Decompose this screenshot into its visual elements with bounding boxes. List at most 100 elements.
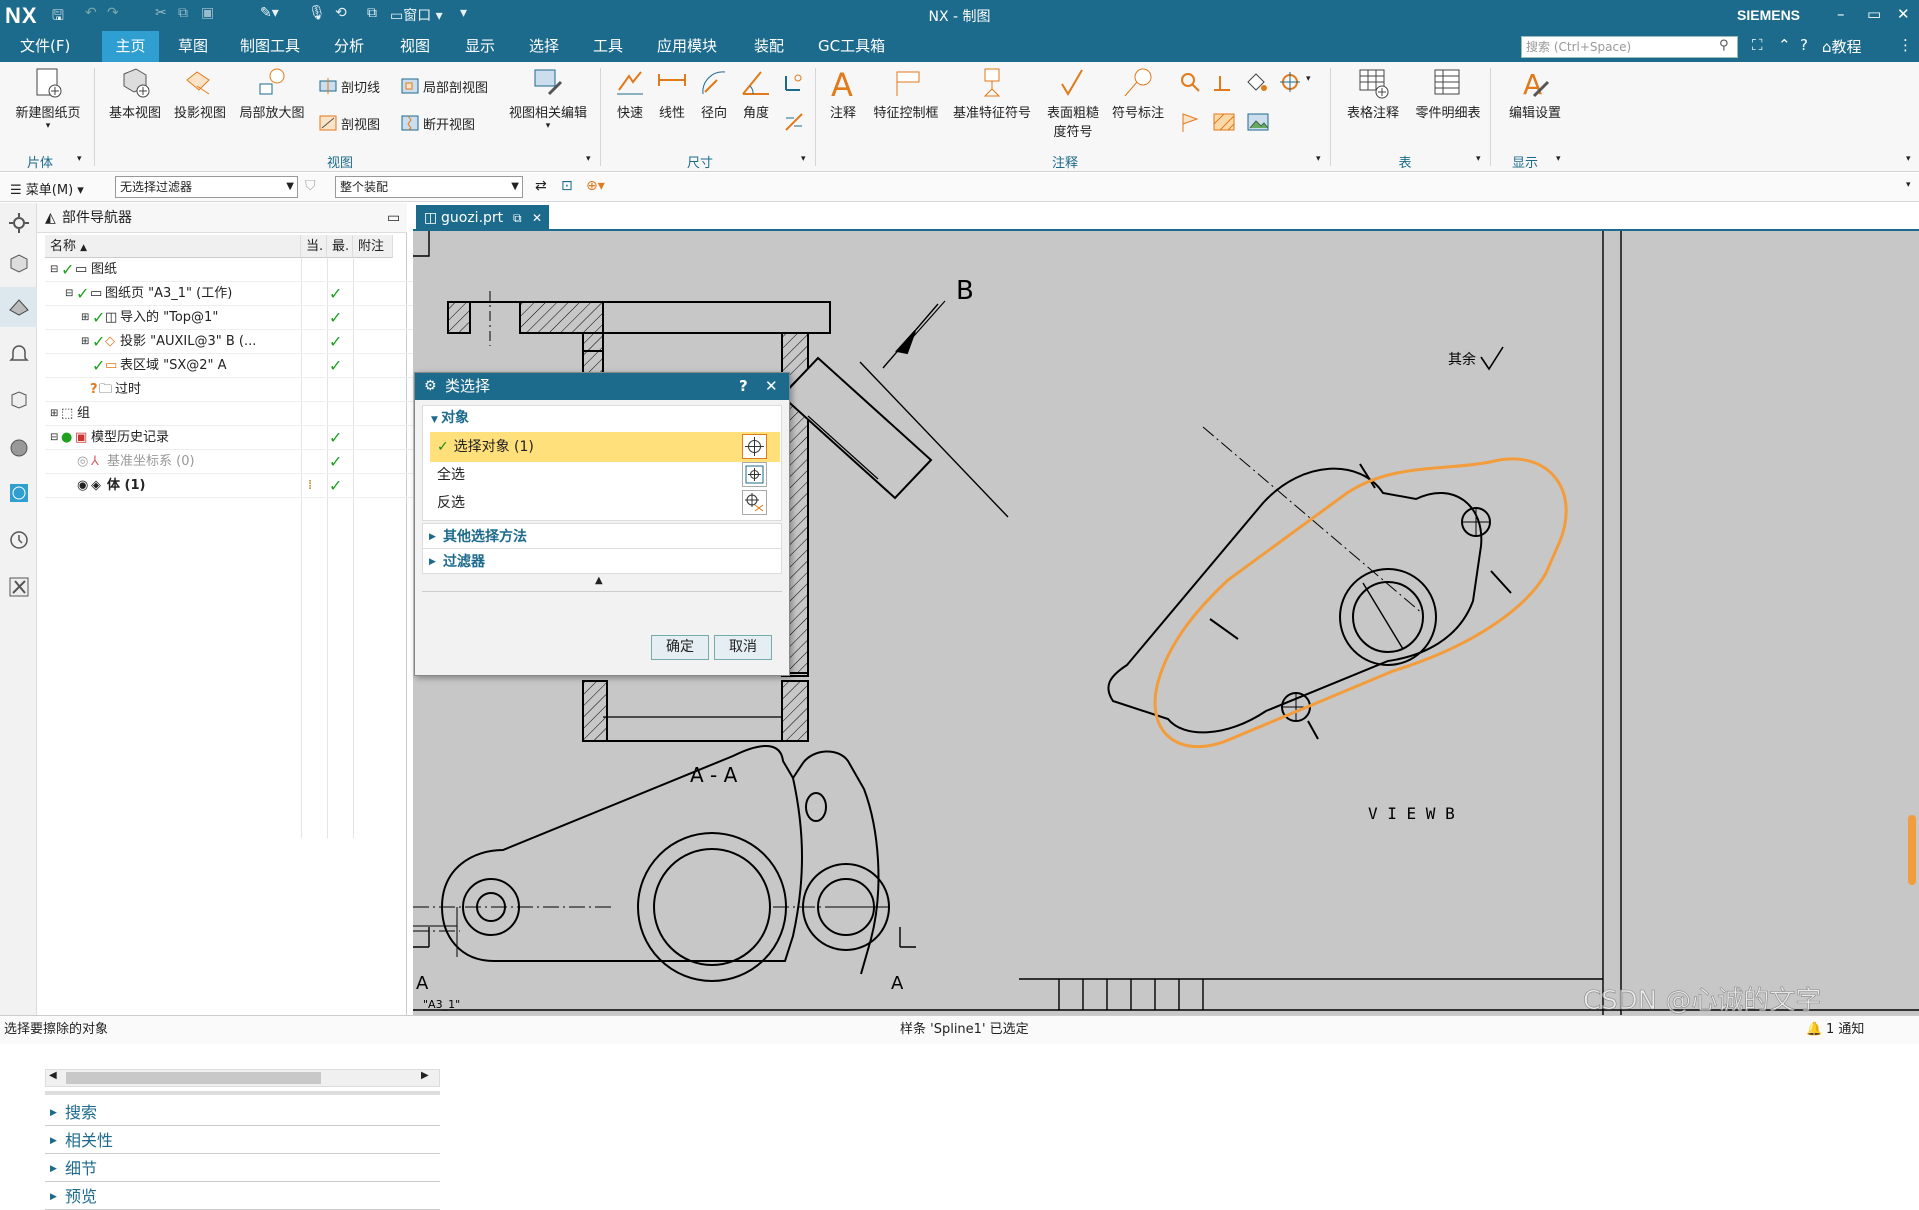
menu-analysis[interactable]: 分析: [324, 31, 374, 62]
reuse-library-icon[interactable]: [7, 388, 31, 412]
menu-home[interactable]: 主页: [102, 31, 159, 62]
column-header-name[interactable]: 名称 ▲: [45, 235, 301, 258]
tree-row-projected-view[interactable]: ⊞ ✓ ◇ 投影 "AUXIL@3" B (... ✓: [45, 330, 437, 354]
select-feature-icon[interactable]: ⇄: [535, 178, 547, 194]
collapse-icon[interactable]: ⊟: [65, 282, 73, 306]
ribbon-more-icon[interactable]: ▾: [1906, 154, 1911, 164]
menu-display[interactable]: 显示: [455, 31, 505, 62]
select-all-button[interactable]: [742, 462, 767, 487]
cancel-button[interactable]: 取消: [714, 635, 772, 660]
angular-dimension-button[interactable]: 角度: [736, 66, 776, 121]
magnify-icon[interactable]: [1178, 70, 1202, 94]
menu-tools[interactable]: 工具: [583, 31, 633, 62]
close-tab-icon[interactable]: ✕: [532, 205, 542, 231]
tree-row-outdated[interactable]: ? 🗀 过时: [45, 378, 437, 402]
select-object-row[interactable]: ✓ 选择对象 (1): [430, 432, 780, 462]
break-view-button[interactable]: 断开视图: [400, 113, 475, 133]
web-browser-icon[interactable]: [7, 481, 31, 505]
new-sheet-button[interactable]: 新建图纸页 ▾: [8, 66, 88, 131]
fullscreen-icon[interactable]: ⛶: [1752, 36, 1763, 54]
linear-dimension-button[interactable]: 线性: [652, 66, 692, 121]
ribbon-options-icon[interactable]: ⋮: [1898, 36, 1913, 54]
note-button[interactable]: A 注释: [823, 66, 863, 121]
id-symbol-button[interactable]: 符号标注: [1108, 66, 1168, 121]
image-icon[interactable]: [1246, 110, 1270, 134]
roles-icon[interactable]: [7, 575, 31, 599]
section-line-button[interactable]: 剖切线: [318, 76, 380, 96]
scroll-right-icon[interactable]: ▶: [421, 1070, 429, 1081]
history-icon[interactable]: [7, 528, 31, 552]
tree-row-model-history[interactable]: ⊟ ● ▣ 模型历史记录 ✓: [45, 426, 437, 450]
invert-row[interactable]: 反选: [430, 488, 780, 518]
column-header-latest[interactable]: 最.: [327, 235, 353, 258]
expand-icon[interactable]: ⊞: [81, 306, 89, 330]
ok-button[interactable]: 确定: [651, 635, 709, 660]
weld-symbol-icon[interactable]: [1210, 70, 1234, 94]
rapid-dimension-button[interactable]: 快速: [610, 66, 650, 121]
section-search[interactable]: 搜索: [45, 1100, 440, 1126]
maximize-panel-icon[interactable]: ▭: [387, 203, 400, 233]
menu-select[interactable]: 选择: [519, 31, 569, 62]
menu-gc-toolkit[interactable]: GC工具箱: [808, 31, 895, 62]
group-dropdown-icon[interactable]: ▾: [1476, 154, 1481, 164]
section-details[interactable]: 细节: [45, 1156, 440, 1182]
help-button[interactable]: ?: [739, 373, 748, 400]
center-mark-icon[interactable]: [1278, 70, 1302, 94]
tree-row-sheet[interactable]: ⊟ ✓ ▭ 图纸页 "A3_1" (工作) ✓: [45, 282, 437, 306]
collapse-dialog-icon[interactable]: ▲: [595, 575, 603, 586]
command-search-input[interactable]: 搜索 (Ctrl+Space): [1521, 36, 1738, 58]
datum-symbol-button[interactable]: 基准特征符号: [948, 66, 1036, 121]
tree-row-section-view[interactable]: ✓ ▭ 表区域 "SX@2" A ✓: [45, 354, 437, 378]
type-filter-select[interactable]: 无选择过滤器 ▼: [115, 176, 298, 198]
parts-list-button[interactable]: 零件明细表: [1408, 66, 1488, 121]
search-icon[interactable]: ⚲: [1719, 38, 1729, 53]
snap-point-icon[interactable]: ⊕▾: [586, 178, 605, 194]
section-filter[interactable]: ▶ 过滤器: [422, 548, 782, 574]
help-icon[interactable]: ?: [1800, 36, 1808, 54]
select-object-button[interactable]: [742, 434, 767, 459]
selection-bar-more-icon[interactable]: ▾: [1906, 180, 1911, 190]
restore-button[interactable]: ▭: [1867, 5, 1881, 23]
section-dependencies[interactable]: 相关性: [45, 1128, 440, 1154]
assembly-navigator-icon[interactable]: [7, 251, 31, 275]
hidden-eye-icon[interactable]: ◎: [77, 450, 88, 474]
select-all-row[interactable]: 全选: [430, 460, 780, 490]
group-dropdown-icon[interactable]: ▾: [801, 154, 806, 164]
fill-icon[interactable]: [1244, 70, 1268, 94]
expand-icon[interactable]: ⊞: [81, 330, 89, 354]
close-dialog-icon[interactable]: ✕: [765, 373, 778, 400]
projected-view-button[interactable]: 投影视图: [168, 66, 232, 121]
view-edit-button[interactable]: 视图相关编辑 ▾: [503, 66, 593, 131]
expand-icon[interactable]: ⊞: [50, 402, 58, 426]
notification-count[interactable]: 1 通知: [1826, 1016, 1864, 1044]
selected-spline[interactable]: [1153, 457, 1568, 749]
horizontal-scrollbar[interactable]: ◀ ▶: [45, 1069, 440, 1087]
scroll-thumb[interactable]: [66, 1072, 321, 1084]
section-view-button[interactable]: 剖视图: [318, 113, 380, 133]
minimize-button[interactable]: –: [1837, 5, 1845, 23]
menu-drafting-tools[interactable]: 制图工具: [230, 31, 310, 62]
hatch-icon[interactable]: [1212, 110, 1236, 134]
bell-icon[interactable]: [7, 341, 31, 365]
scope-select[interactable]: 整个装配 ▼: [335, 176, 523, 198]
tree-row-group[interactable]: ⊞ ⬚ 组: [45, 402, 437, 426]
fcf-button[interactable]: 特征控制框: [867, 66, 945, 121]
partial-section-button[interactable]: 局部剖视图: [400, 76, 488, 96]
tab-guozi[interactable]: ◫ guozi.prt ⧉ ✕: [416, 205, 549, 231]
close-button[interactable]: ✕: [1897, 5, 1910, 23]
chamfer-dimension-icon[interactable]: [782, 110, 806, 134]
tree-row-imported-view[interactable]: ⊞ ✓ ◫ 导入的 "Top@1" ✓: [45, 306, 437, 330]
tabular-note-button[interactable]: 表格注释: [1340, 66, 1406, 121]
section-preview[interactable]: 预览: [45, 1184, 440, 1210]
dropdown-icon[interactable]: ▾: [1306, 74, 1311, 84]
group-dropdown-icon[interactable]: ▾: [1316, 154, 1321, 164]
edit-settings-button[interactable]: A 编辑设置: [1500, 66, 1570, 121]
menu-file[interactable]: 文件(F): [10, 31, 80, 62]
radial-dimension-button[interactable]: 径向: [694, 66, 734, 121]
collapse-ribbon-icon[interactable]: ⌃: [1778, 36, 1791, 54]
group-dropdown-icon[interactable]: ▾: [77, 154, 82, 164]
menu-view[interactable]: 视图: [390, 31, 440, 62]
base-view-button[interactable]: 基本视图: [103, 66, 167, 121]
menu-assemblies[interactable]: 装配: [744, 31, 794, 62]
detail-view-button[interactable]: 局部放大图: [233, 66, 311, 121]
